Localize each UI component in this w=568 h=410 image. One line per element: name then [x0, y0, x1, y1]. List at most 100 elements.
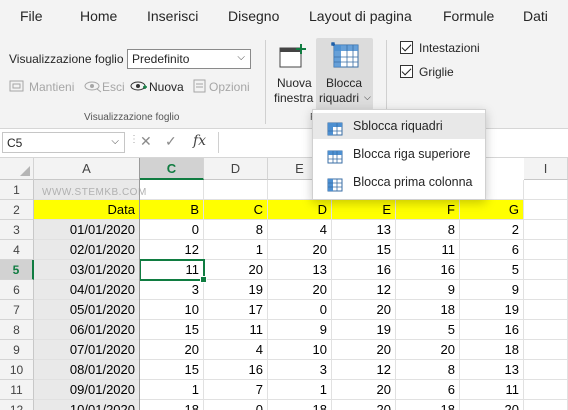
- cell[interactable]: 20: [332, 300, 396, 320]
- row-header-8[interactable]: 8: [0, 320, 34, 340]
- cell[interactable]: 15: [140, 360, 204, 380]
- cell[interactable]: 09/01/2020: [34, 380, 140, 400]
- cell[interactable]: 02/01/2020: [34, 240, 140, 260]
- cell[interactable]: 16: [332, 260, 396, 280]
- cell[interactable]: [524, 400, 568, 410]
- cell[interactable]: 5: [460, 260, 524, 280]
- cell[interactable]: [524, 220, 568, 240]
- cell[interactable]: 11: [460, 380, 524, 400]
- sheet-view-select[interactable]: Predefinito ⌵: [127, 49, 251, 69]
- cell[interactable]: 8: [396, 360, 460, 380]
- row-header-9[interactable]: 9: [0, 340, 34, 360]
- menu-draw[interactable]: Disegno: [228, 8, 279, 24]
- cell[interactable]: 0: [140, 220, 204, 240]
- keep-button[interactable]: Mantieni: [29, 80, 74, 94]
- cell[interactable]: 18: [140, 400, 204, 410]
- cell[interactable]: 6: [396, 380, 460, 400]
- menu-formulas[interactable]: Formule: [443, 8, 494, 24]
- cell[interactable]: F: [396, 200, 460, 220]
- cell[interactable]: 20: [268, 240, 332, 260]
- cell[interactable]: [524, 380, 568, 400]
- cell[interactable]: 1: [268, 380, 332, 400]
- cell[interactable]: 9: [396, 280, 460, 300]
- column-header-a[interactable]: A: [34, 158, 140, 180]
- cell[interactable]: 12: [332, 280, 396, 300]
- cell[interactable]: 18: [396, 300, 460, 320]
- row-header-10[interactable]: 10: [0, 360, 34, 380]
- new-view-button[interactable]: Nuova: [149, 80, 184, 94]
- cell[interactable]: 0: [268, 300, 332, 320]
- cell[interactable]: 20: [204, 260, 268, 280]
- cell[interactable]: 05/01/2020: [34, 300, 140, 320]
- cell[interactable]: [524, 240, 568, 260]
- row-header-7[interactable]: 7: [0, 300, 34, 320]
- cell[interactable]: 8: [396, 220, 460, 240]
- cell[interactable]: 10/01/2020: [34, 400, 140, 410]
- cell[interactable]: 06/01/2020: [34, 320, 140, 340]
- row-header-4[interactable]: 4: [0, 240, 34, 260]
- menu-file[interactable]: File: [20, 8, 43, 24]
- cell[interactable]: 7: [204, 380, 268, 400]
- cell[interactable]: 1: [204, 240, 268, 260]
- cell[interactable]: [140, 180, 204, 200]
- row-header-6[interactable]: 6: [0, 280, 34, 300]
- cell[interactable]: 0: [204, 400, 268, 410]
- cell[interactable]: 9: [268, 320, 332, 340]
- cell[interactable]: 5: [396, 320, 460, 340]
- enter-check-icon[interactable]: ✓: [165, 133, 177, 150]
- column-header-i[interactable]: I: [524, 158, 568, 180]
- cell[interactable]: 11: [140, 260, 204, 280]
- cell[interactable]: 20: [140, 340, 204, 360]
- cell[interactable]: 1: [140, 380, 204, 400]
- cell[interactable]: B: [140, 200, 204, 220]
- name-box[interactable]: C5 ⌵: [2, 132, 125, 153]
- row-header-5[interactable]: 5: [0, 260, 34, 280]
- menu-page-layout[interactable]: Layout di pagina: [309, 8, 412, 24]
- cell[interactable]: 13: [268, 260, 332, 280]
- cancel-icon[interactable]: ✕: [140, 133, 152, 150]
- cell[interactable]: 19: [332, 320, 396, 340]
- cell[interactable]: C: [204, 200, 268, 220]
- cell[interactable]: 20: [460, 400, 524, 410]
- exit-button[interactable]: Esci: [102, 80, 125, 94]
- cell[interactable]: 4: [204, 340, 268, 360]
- cell[interactable]: 08/01/2020: [34, 360, 140, 380]
- cell[interactable]: 11: [396, 240, 460, 260]
- cell[interactable]: 03/01/2020: [34, 260, 140, 280]
- headings-checkbox[interactable]: [400, 41, 413, 54]
- cell[interactable]: 04/01/2020: [34, 280, 140, 300]
- gridlines-checkbox[interactable]: [400, 65, 413, 78]
- cell[interactable]: [524, 280, 568, 300]
- cell[interactable]: 20: [332, 400, 396, 410]
- cell[interactable]: [524, 320, 568, 340]
- cell[interactable]: 2: [460, 220, 524, 240]
- cell[interactable]: 01/01/2020: [34, 220, 140, 240]
- cell[interactable]: 3: [140, 280, 204, 300]
- cell[interactable]: 15: [332, 240, 396, 260]
- row-header-11[interactable]: 11: [0, 380, 34, 400]
- freeze-top-row-item[interactable]: Blocca riga superiore: [313, 141, 485, 167]
- new-window-button[interactable]: Nuova finestra: [272, 38, 316, 110]
- cell[interactable]: 17: [204, 300, 268, 320]
- cell[interactable]: 19: [204, 280, 268, 300]
- menu-home[interactable]: Home: [80, 8, 117, 24]
- cell[interactable]: 16: [460, 320, 524, 340]
- cell[interactable]: 4: [268, 220, 332, 240]
- row-header-2[interactable]: 2: [0, 200, 34, 220]
- cell[interactable]: 12: [332, 360, 396, 380]
- cell[interactable]: 6: [460, 240, 524, 260]
- cell[interactable]: 11: [204, 320, 268, 340]
- unfreeze-panes-item[interactable]: Sblocca riquadri: [313, 113, 485, 139]
- drag-handle-icon[interactable]: ⋮: [129, 134, 139, 145]
- cell[interactable]: [524, 200, 568, 220]
- cell[interactable]: [524, 360, 568, 380]
- cell[interactable]: 07/01/2020: [34, 340, 140, 360]
- freeze-panes-button[interactable]: Blocca riquadri ⌵: [316, 38, 373, 110]
- menu-data[interactable]: Dati: [523, 8, 548, 24]
- menu-insert[interactable]: Inserisci: [147, 8, 198, 24]
- row-header-1[interactable]: 1: [0, 180, 34, 200]
- options-button[interactable]: Opzioni: [209, 80, 250, 94]
- cell[interactable]: [524, 180, 568, 200]
- cell[interactable]: 20: [268, 280, 332, 300]
- cell[interactable]: 9: [460, 280, 524, 300]
